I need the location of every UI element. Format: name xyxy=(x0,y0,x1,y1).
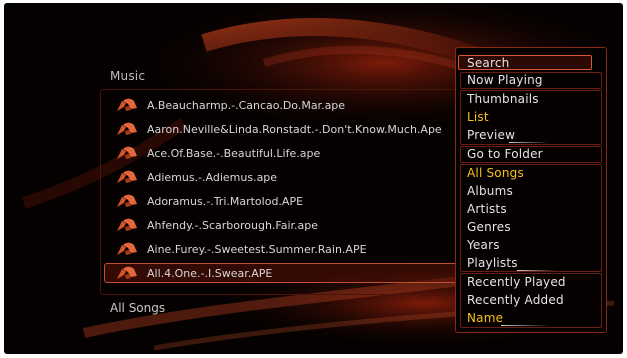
file-list-item[interactable]: Aine.Furey.-.Sweetest.Summer.Rain.APE xyxy=(105,239,457,259)
file-list[interactable]: A.Beaucharmp.-.Cancao.Do.Mar.ape Aaron.Ne… xyxy=(100,89,460,295)
music-note-icon xyxy=(116,170,138,184)
menu-group-view: Thumbnails List Preview xyxy=(460,90,602,145)
section-title: Music xyxy=(110,69,146,83)
menu-item-recently-added[interactable]: Recently Added xyxy=(467,293,564,307)
file-list-item[interactable]: Aaron.Neville&Linda.Ronstadt.-.Don't.Kno… xyxy=(105,119,457,139)
menu-item-thumbnails[interactable]: Thumbnails xyxy=(467,92,539,106)
menu-item-now-playing[interactable]: Now Playing xyxy=(467,73,543,87)
file-list-item[interactable]: All.4.One.-.I.Swear.APE xyxy=(104,263,458,283)
menu-item-genres[interactable]: Genres xyxy=(467,220,511,234)
menu-item-name[interactable]: Name xyxy=(467,311,503,325)
menu-item-search[interactable]: Search xyxy=(458,55,592,70)
file-list-item[interactable]: Ahfendy.-.Scarborough.Fair.ape xyxy=(105,215,457,235)
menu-item-years[interactable]: Years xyxy=(467,238,500,252)
music-note-icon xyxy=(116,98,138,112)
file-name: A.Beaucharmp.-.Cancao.Do.Mar.ape xyxy=(147,98,346,112)
menu-item-playlists[interactable]: Playlists xyxy=(467,256,518,270)
file-name: Adiemus.-.Adiemus.ape xyxy=(147,170,278,184)
playlists-underline xyxy=(517,270,557,271)
music-note-icon xyxy=(116,242,138,256)
file-name: All.4.One.-.I.Swear.APE xyxy=(147,266,273,280)
menu-item-recently-played[interactable]: Recently Played xyxy=(467,275,566,289)
music-note-icon xyxy=(116,146,138,160)
music-note-icon xyxy=(116,266,138,280)
menu-group-now-playing: Now Playing xyxy=(460,72,602,89)
music-note-icon xyxy=(116,122,138,136)
current-view-label: All Songs xyxy=(110,301,166,315)
file-name: Ahfendy.-.Scarborough.Fair.ape xyxy=(147,218,319,232)
file-list-item[interactable]: Adiemus.-.Adiemus.ape xyxy=(105,167,457,187)
media-player-screen: Music A.Beaucharmp.-.Cancao.Do.Mar.ape Aa… xyxy=(4,3,623,354)
menu-item-list[interactable]: List xyxy=(467,110,489,124)
menu-item-artists[interactable]: Artists xyxy=(467,202,507,216)
music-note-icon xyxy=(116,218,138,232)
context-menu: Search Now Playing Thumbnails List Previ… xyxy=(455,47,607,333)
file-name: Aaron.Neville&Linda.Ronstadt.-.Don't.Kno… xyxy=(147,122,442,136)
file-list-item[interactable]: Ace.Of.Base.-.Beautiful.Life.ape xyxy=(105,143,457,163)
music-note-icon xyxy=(116,194,138,208)
menu-item-albums[interactable]: Albums xyxy=(467,184,513,198)
menu-group-sort: Recently Played Recently Added Name xyxy=(460,273,602,328)
menu-group-browse: All Songs Albums Artists Genres Years Pl… xyxy=(460,164,602,272)
menu-item-all-songs[interactable]: All Songs xyxy=(467,166,524,180)
file-name: Aine.Furey.-.Sweetest.Summer.Rain.APE xyxy=(147,242,367,256)
menu-item-preview[interactable]: Preview xyxy=(467,128,515,142)
name-underline xyxy=(501,325,549,326)
preview-underline xyxy=(509,142,549,143)
file-name: Ace.Of.Base.-.Beautiful.Life.ape xyxy=(147,146,321,160)
file-list-item[interactable]: A.Beaucharmp.-.Cancao.Do.Mar.ape xyxy=(105,95,457,115)
file-list-item[interactable]: Adoramus.-.Tri.Martolod.APE xyxy=(105,191,457,211)
menu-item-go-to-folder[interactable]: Go to Folder xyxy=(467,147,543,161)
menu-group-folder: Go to Folder xyxy=(460,146,602,163)
file-name: Adoramus.-.Tri.Martolod.APE xyxy=(147,194,304,208)
